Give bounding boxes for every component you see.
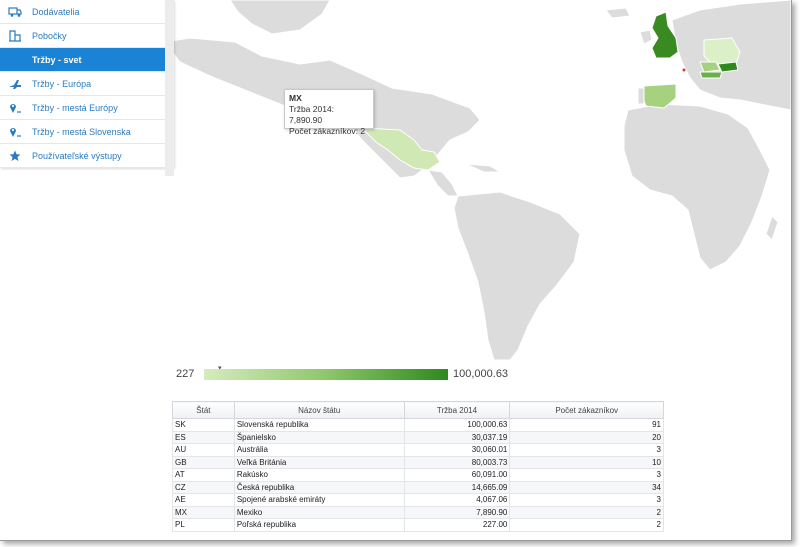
star-icon bbox=[8, 149, 22, 163]
country-czech[interactable] bbox=[699, 61, 721, 73]
cell-code: GB bbox=[172, 455, 235, 469]
column-header-code[interactable]: Štát bbox=[172, 401, 235, 419]
building-icon bbox=[8, 29, 22, 43]
cell-revenue: 14,665.09 bbox=[403, 480, 511, 494]
data-table: Štát Názov štátu Tržba 2014 Počet zákazn… bbox=[172, 401, 664, 532]
color-legend: 227 ▾ 100,000.63 bbox=[176, 365, 516, 382]
legend-gradient-bar bbox=[204, 369, 448, 380]
cell-code: SK bbox=[172, 418, 235, 432]
cell-revenue: 30,060.01 bbox=[403, 443, 511, 457]
cell-customers: 91 bbox=[509, 418, 664, 432]
cell-name: Spojené arabské emiráty bbox=[233, 493, 405, 507]
table-row[interactable]: AT Rakúsko 60,091.00 3 bbox=[172, 468, 664, 482]
app-window: Dodávatelia Pobočky Tržby - svet Tržby -… bbox=[0, 0, 792, 541]
table-row[interactable]: GB Veľká Británia 80,003.73 10 bbox=[172, 455, 664, 469]
sidebar-item-label: Tržby - mestá Európy bbox=[32, 102, 118, 113]
sidebar-item-label: Tržby - svet bbox=[32, 54, 82, 65]
cell-name: Španielsko bbox=[233, 430, 405, 444]
sidebar-item-world-revenue[interactable]: Tržby - svet bbox=[0, 48, 165, 72]
cell-code: PL bbox=[172, 518, 235, 532]
cell-name: Veľká Británia bbox=[233, 455, 405, 469]
land-madagascar bbox=[765, 215, 779, 241]
cell-revenue: 7,890.90 bbox=[403, 505, 511, 519]
cell-customers: 3 bbox=[509, 493, 664, 507]
table-row[interactable]: CZ Česká republika 14,665.09 34 bbox=[172, 480, 664, 494]
tooltip-country-code: MX bbox=[289, 93, 302, 103]
column-header-name[interactable]: Názov štátu bbox=[233, 401, 405, 419]
table-row[interactable]: PL Poľská republika 227.00 2 bbox=[172, 518, 664, 532]
country-slovakia[interactable] bbox=[717, 61, 739, 73]
table-row[interactable]: MX Mexiko 7,890.90 2 bbox=[172, 505, 664, 519]
sidebar-item-europe-revenue[interactable]: Tržby - Európa bbox=[0, 72, 165, 96]
sidebar-item-label: Tržby - Európa bbox=[32, 78, 92, 89]
cell-code: CZ bbox=[172, 480, 235, 494]
sidebar-item-user-outputs[interactable]: Používateľské výstupy bbox=[0, 144, 165, 168]
country-austria[interactable] bbox=[699, 71, 723, 79]
tooltip-revenue: Tržba 2014: 7,890.90 bbox=[289, 104, 335, 125]
cell-customers: 34 bbox=[509, 480, 664, 494]
column-header-customers[interactable]: Počet zákazníkov bbox=[509, 401, 664, 419]
country-ireland bbox=[639, 29, 653, 45]
column-header-revenue[interactable]: Tržba 2014 bbox=[403, 401, 511, 419]
sidebar-item-label: Používateľské výstupy bbox=[32, 150, 122, 161]
legend-max: 100,000.63 bbox=[453, 368, 509, 380]
cell-name: Česká republika bbox=[233, 480, 405, 494]
sidebar-nav: Dodávatelia Pobočky Tržby - svet Tržby -… bbox=[0, 0, 174, 176]
tooltip-customers: Počet zákazníkov: 2 bbox=[289, 126, 366, 136]
country-portugal bbox=[637, 87, 645, 105]
table-row[interactable]: ES Španielsko 30,037.19 20 bbox=[172, 430, 664, 444]
cell-customers: 3 bbox=[509, 443, 664, 457]
land-south-america bbox=[453, 191, 581, 360]
land-africa bbox=[623, 103, 771, 271]
cell-code: MX bbox=[172, 505, 235, 519]
land-central-america bbox=[427, 169, 459, 197]
airplane-icon bbox=[8, 77, 22, 91]
cell-revenue: 100,000.63 bbox=[403, 418, 511, 432]
revenue-table: Štát Názov štátu Tržba 2014 Počet zákazn… bbox=[172, 401, 664, 532]
cell-revenue: 80,003.73 bbox=[403, 455, 511, 469]
table-row[interactable]: AE Spojené arabské emiráty 4,067.06 3 bbox=[172, 493, 664, 507]
table-row[interactable]: AU Austrália 30,060.01 3 bbox=[172, 443, 664, 457]
cell-customers: 2 bbox=[509, 505, 664, 519]
map-pin-icon bbox=[8, 125, 22, 139]
cell-code: AE bbox=[172, 493, 235, 507]
cell-code: AU bbox=[172, 443, 235, 457]
cell-revenue: 4,067.06 bbox=[403, 493, 511, 507]
map-tooltip: MX Tržba 2014: 7,890.90 Počet zákazníkov… bbox=[284, 89, 374, 136]
cell-customers: 2 bbox=[509, 518, 664, 532]
cell-customers: 20 bbox=[509, 430, 664, 444]
cell-name: Rakúsko bbox=[233, 468, 405, 482]
sidebar-item-label: Tržby - mestá Slovenska bbox=[32, 126, 131, 137]
cell-name: Mexiko bbox=[233, 505, 405, 519]
cell-code: ES bbox=[172, 430, 235, 444]
table-header-row: Štát Názov štátu Tržba 2014 Počet zákazn… bbox=[172, 401, 664, 419]
cell-customers: 3 bbox=[509, 468, 664, 482]
cell-name: Slovenská republika bbox=[233, 418, 405, 432]
cell-revenue: 60,091.00 bbox=[403, 468, 511, 482]
land-greenland bbox=[229, 0, 331, 35]
cell-revenue: 30,037.19 bbox=[403, 430, 511, 444]
sidebar-scrollbar[interactable] bbox=[165, 0, 174, 176]
table-row[interactable]: SK Slovenská republika 100,000.63 91 bbox=[172, 418, 664, 432]
sidebar-item-suppliers[interactable]: Dodávatelia bbox=[0, 0, 165, 24]
cell-name: Austrália bbox=[233, 443, 405, 457]
sidebar-item-slovakia-cities[interactable]: Tržby - mestá Slovenska bbox=[0, 120, 165, 144]
cell-name: Poľská republika bbox=[233, 518, 405, 532]
cell-customers: 10 bbox=[509, 455, 664, 469]
truck-icon bbox=[8, 5, 22, 19]
land-iceland bbox=[605, 7, 631, 19]
cell-code: AT bbox=[172, 468, 235, 482]
sidebar-item-europe-cities[interactable]: Tržby - mestá Európy bbox=[0, 96, 165, 120]
sidebar-item-label: Dodávatelia bbox=[32, 6, 80, 17]
cell-revenue: 227.00 bbox=[403, 518, 511, 532]
legend-min: 227 bbox=[176, 368, 195, 380]
sidebar-item-branches[interactable]: Pobočky bbox=[0, 24, 165, 48]
map-pin-icon bbox=[8, 101, 22, 115]
map-marker bbox=[682, 68, 686, 72]
land-caribbean bbox=[465, 163, 502, 173]
sidebar-item-label: Pobočky bbox=[32, 30, 67, 41]
